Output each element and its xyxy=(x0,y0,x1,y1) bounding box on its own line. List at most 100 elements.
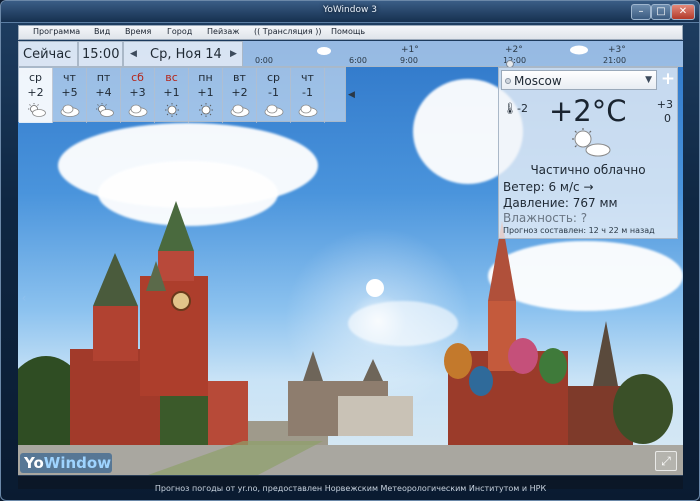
pressure-value: 767 мм xyxy=(572,196,618,210)
high-temp: +3 xyxy=(656,98,673,111)
app-window: YoWindow 3 – □ ✕ Программа Вид Время Гор… xyxy=(0,0,700,501)
forecast-day-temp: +5 xyxy=(61,86,78,99)
city-dropdown[interactable]: Moscow ▼ xyxy=(501,70,657,90)
chevron-down-icon: ▼ xyxy=(645,75,652,85)
timeline-temp: +2° xyxy=(505,45,523,55)
forecast-day-temp: +3 xyxy=(129,86,146,99)
collapse-forecast-arrow-icon[interactable]: ◀ xyxy=(348,90,355,100)
pressure-label: Давление: xyxy=(503,196,569,210)
cloud-icon xyxy=(264,102,284,117)
forecast-day[interactable]: ср -1 xyxy=(257,68,291,123)
partly-cloudy-icon xyxy=(94,102,114,117)
scroll-left-arrow[interactable]: ‹ xyxy=(18,291,30,313)
forecast-strip: ср +2 чт +5 пт +4 сб +3 вс +1 пн +1 вт +2 ср -1 чт -1 ◀ xyxy=(18,67,355,123)
forecast-updated-text: Прогноз составлен: 12 ч 22 м назад xyxy=(503,226,655,235)
logo-text: YoWindow xyxy=(24,454,111,472)
wind-value: 6 м/с xyxy=(548,180,580,194)
sun-icon xyxy=(196,102,216,117)
menu-program[interactable]: Программа xyxy=(33,27,80,36)
forecast-day-name: сб xyxy=(131,71,144,84)
menu-city[interactable]: Город xyxy=(167,27,192,36)
current-temperature: +2°C xyxy=(549,94,627,128)
forecast-day-name: ср xyxy=(28,71,43,84)
wind-row: Ветер: 6 м/с → xyxy=(503,180,594,194)
maximize-button[interactable]: □ xyxy=(651,4,671,20)
timeline-temp: +1° xyxy=(401,45,419,55)
low-temp: 0 xyxy=(664,112,671,125)
current-weather-panel: Moscow ▼ + 🌡-2 +2°C +3 0 Частично облачн… xyxy=(498,67,678,239)
next-day-arrow-icon[interactable]: ▶ xyxy=(230,49,237,59)
time-label: 15:00 xyxy=(82,47,120,62)
add-city-button[interactable]: + xyxy=(659,70,677,90)
sun-icon xyxy=(162,102,182,117)
sun-icon xyxy=(366,279,384,297)
forecast-day-name: чт xyxy=(301,71,314,84)
forecast-day[interactable]: пт +4 xyxy=(87,68,121,123)
forecast-day-temp: +2 xyxy=(231,86,248,99)
date-label: Ср, Ноя 14 xyxy=(150,47,222,62)
forecast-day-temp: -1 xyxy=(268,86,279,99)
prev-day-arrow-icon[interactable]: ◀ xyxy=(130,49,137,59)
now-button[interactable]: Сейчас xyxy=(18,41,78,67)
date-selector: ◀ Ср, Ноя 14 ▶ xyxy=(123,41,243,67)
timeline-time: 0:00 xyxy=(255,56,273,65)
condition-text: Частично облачно xyxy=(530,163,646,177)
humidity-row: Влажность: ? xyxy=(503,211,587,225)
city-name: Moscow xyxy=(514,74,562,88)
day-timeline[interactable]: 0:00 6:00 9:00 12:00 21:00 +1° +2° +3° xyxy=(243,41,683,68)
close-button[interactable]: ✕ xyxy=(671,4,695,20)
fullscreen-icon[interactable]: ⤢ xyxy=(655,451,677,471)
forecast-day-temp: +1 xyxy=(163,86,180,99)
partly-cloudy-icon xyxy=(572,128,611,157)
forecast-day-temp: +2 xyxy=(27,86,44,99)
forecast-day[interactable]: сб +3 xyxy=(121,68,155,123)
wind-direction-arrow-icon: → xyxy=(583,180,594,194)
timeline-time: 21:00 xyxy=(603,56,627,65)
forecast-day[interactable]: вс +1 xyxy=(155,68,189,123)
forecast-day[interactable]: чт +5 xyxy=(53,68,87,123)
menu-bar: Программа Вид Время Город Пейзаж (( Тран… xyxy=(18,25,683,40)
cloud-icon xyxy=(570,45,588,55)
title-bar[interactable]: YoWindow 3 – □ ✕ xyxy=(1,1,699,23)
forecast-day-temp: -1 xyxy=(302,86,313,99)
current-time[interactable]: 15:00 xyxy=(78,41,123,67)
minimize-button[interactable]: – xyxy=(631,4,651,20)
logo-rest: Window xyxy=(43,454,112,472)
cloud-icon xyxy=(230,102,250,117)
moon-cloud-icon xyxy=(317,47,331,55)
humidity-value: ? xyxy=(580,211,588,225)
forecast-day-name: ср xyxy=(266,71,281,84)
forecast-day-temp: +1 xyxy=(197,86,214,99)
menu-landscape[interactable]: Пейзаж xyxy=(207,27,240,36)
footer-text[interactable]: Прогноз погоды от yr.no, предоставлен Но… xyxy=(155,484,546,493)
wind-label: Ветер: xyxy=(503,180,545,194)
partly-cloudy-icon xyxy=(26,102,46,117)
logo-yo: Yo xyxy=(24,454,44,472)
menu-broadcast[interactable]: (( Трансляция )) xyxy=(254,27,321,36)
menu-help[interactable]: Помощь xyxy=(331,27,365,36)
yowindow-logo[interactable]: YoWindow xyxy=(20,453,112,473)
forecast-day-name: пт xyxy=(96,71,111,84)
forecast-day[interactable]: ср +2 xyxy=(19,68,53,123)
forecast-day[interactable]: пн +1 xyxy=(189,68,223,123)
window-title: YoWindow 3 xyxy=(323,5,377,15)
now-label: Сейчас xyxy=(23,47,72,62)
timeline-temp: +3° xyxy=(608,45,626,55)
forecast-day-name: чт xyxy=(63,71,76,84)
forecast-day[interactable]: вт +2 xyxy=(223,68,257,123)
cloud-icon xyxy=(60,102,80,117)
forecast-day-name: вт xyxy=(233,71,246,84)
forecast-day-name: пн xyxy=(198,71,213,84)
menu-time[interactable]: Время xyxy=(125,27,151,36)
pressure-row: Давление: 767 мм xyxy=(503,196,618,210)
cloud-icon xyxy=(128,102,148,117)
status-footer: Прогноз погоды от yr.no, предоставлен Но… xyxy=(18,475,683,493)
location-dot-icon xyxy=(505,78,511,84)
forecast-day[interactable]: чт -1 xyxy=(291,68,325,123)
cloud-icon xyxy=(298,102,318,117)
timeline-time: 6:00 xyxy=(349,56,367,65)
feels-like-temp: 🌡-2 xyxy=(503,102,528,115)
timeline-time: 9:00 xyxy=(400,56,418,65)
forecast-day-name: вс xyxy=(165,71,178,84)
menu-view[interactable]: Вид xyxy=(94,27,110,36)
